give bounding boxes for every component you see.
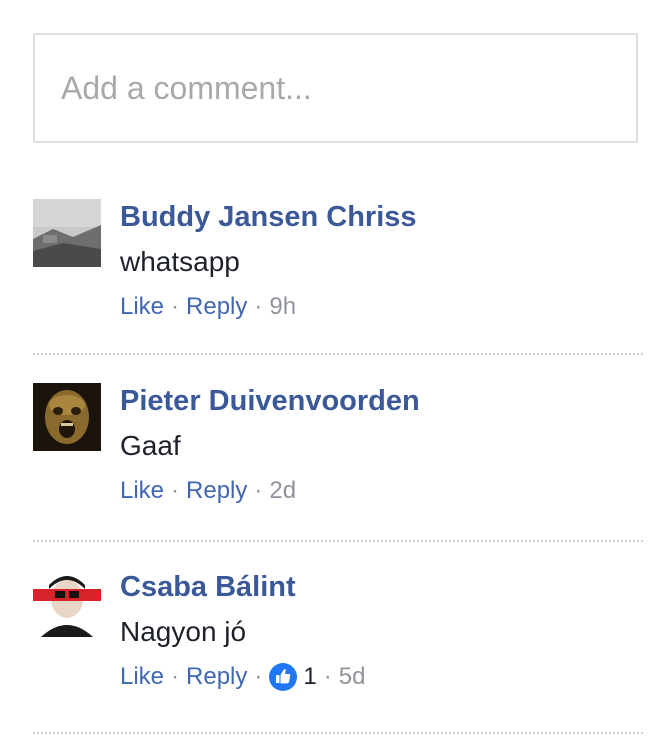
comment-timestamp[interactable]: 2d xyxy=(269,477,296,505)
comment-author[interactable]: Csaba Bálint xyxy=(120,571,296,604)
like-link[interactable]: Like xyxy=(120,663,164,691)
separator: · xyxy=(254,477,263,504)
comment-divider xyxy=(33,540,643,542)
separator: · xyxy=(171,663,180,690)
reply-link[interactable]: Reply xyxy=(186,663,247,691)
avatar[interactable] xyxy=(33,199,101,267)
comment-actions: Like · Reply · 9h xyxy=(120,293,296,321)
separator: · xyxy=(323,663,332,690)
comment-actions: Like · Reply · 2d xyxy=(120,477,296,505)
comment-author[interactable]: Pieter Duivenvoorden xyxy=(120,385,420,418)
comment-actions: Like · Reply · 1 · 5d xyxy=(120,663,365,691)
thumbs-up-icon xyxy=(269,663,298,691)
comment-composer[interactable] xyxy=(33,33,638,143)
comment-text: Nagyon jó xyxy=(120,616,247,647)
comment-timestamp[interactable]: 5d xyxy=(339,663,366,691)
like-count-value: 1 xyxy=(303,663,317,690)
avatar[interactable] xyxy=(33,383,101,451)
separator: · xyxy=(254,293,263,320)
reply-link[interactable]: Reply xyxy=(186,293,247,321)
comment-timestamp[interactable]: 9h xyxy=(269,293,296,321)
separator: · xyxy=(254,663,263,690)
avatar[interactable] xyxy=(33,569,101,637)
separator: · xyxy=(171,293,180,320)
like-link[interactable]: Like xyxy=(120,293,164,321)
comment-input[interactable] xyxy=(35,35,636,141)
reply-link[interactable]: Reply xyxy=(186,477,247,505)
comment-text: whatsapp xyxy=(120,246,240,277)
comment-divider xyxy=(33,732,643,734)
comment-divider xyxy=(33,353,643,355)
like-link[interactable]: Like xyxy=(120,477,164,505)
separator: · xyxy=(171,477,180,504)
comment-author[interactable]: Buddy Jansen Chriss xyxy=(120,201,417,234)
comment-text: Gaaf xyxy=(120,430,181,461)
like-count[interactable]: 1 xyxy=(269,663,317,691)
